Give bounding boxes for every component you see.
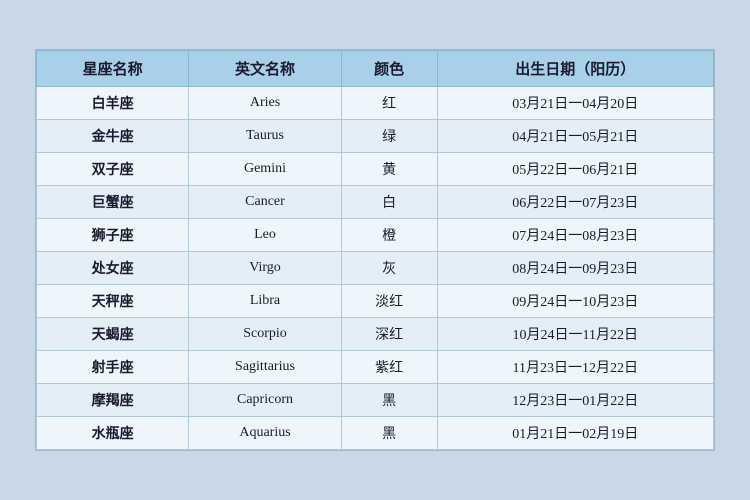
cell-english-name: Taurus [189,120,341,153]
cell-date: 01月21日一02月19日 [437,417,713,450]
cell-english-name: Aries [189,87,341,120]
table-row: 狮子座Leo橙07月24日一08月23日 [37,219,714,252]
table-row: 处女座Virgo灰08月24日一09月23日 [37,252,714,285]
cell-date: 10月24日一11月22日 [437,318,713,351]
cell-english-name: Capricorn [189,384,341,417]
cell-color: 灰 [341,252,437,285]
table-row: 双子座Gemini黄05月22日一06月21日 [37,153,714,186]
cell-chinese-name: 天秤座 [37,285,189,318]
table-row: 摩羯座Capricorn黑12月23日一01月22日 [37,384,714,417]
header-color: 颜色 [341,51,437,87]
cell-color: 黑 [341,417,437,450]
table-header-row: 星座名称 英文名称 颜色 出生日期（阳历） [37,51,714,87]
cell-color: 紫红 [341,351,437,384]
cell-chinese-name: 金牛座 [37,120,189,153]
table-row: 巨蟹座Cancer白06月22日一07月23日 [37,186,714,219]
cell-english-name: Gemini [189,153,341,186]
cell-date: 04月21日一05月21日 [437,120,713,153]
header-date: 出生日期（阳历） [437,51,713,87]
cell-date: 07月24日一08月23日 [437,219,713,252]
cell-date: 05月22日一06月21日 [437,153,713,186]
cell-english-name: Sagittarius [189,351,341,384]
cell-date: 06月22日一07月23日 [437,186,713,219]
cell-chinese-name: 摩羯座 [37,384,189,417]
table-row: 白羊座Aries红03月21日一04月20日 [37,87,714,120]
cell-chinese-name: 白羊座 [37,87,189,120]
cell-color: 白 [341,186,437,219]
cell-english-name: Virgo [189,252,341,285]
cell-color: 黄 [341,153,437,186]
cell-color: 淡红 [341,285,437,318]
table-row: 射手座Sagittarius紫红11月23日一12月22日 [37,351,714,384]
cell-english-name: Leo [189,219,341,252]
cell-chinese-name: 巨蟹座 [37,186,189,219]
cell-chinese-name: 处女座 [37,252,189,285]
table-row: 金牛座Taurus绿04月21日一05月21日 [37,120,714,153]
cell-english-name: Aquarius [189,417,341,450]
cell-english-name: Libra [189,285,341,318]
cell-color: 深红 [341,318,437,351]
cell-date: 09月24日一10月23日 [437,285,713,318]
cell-color: 黑 [341,384,437,417]
table-body: 白羊座Aries红03月21日一04月20日金牛座Taurus绿04月21日一0… [37,87,714,450]
zodiac-table-container: 星座名称 英文名称 颜色 出生日期（阳历） 白羊座Aries红03月21日一04… [35,49,715,451]
table-row: 水瓶座Aquarius黑01月21日一02月19日 [37,417,714,450]
cell-chinese-name: 双子座 [37,153,189,186]
cell-chinese-name: 狮子座 [37,219,189,252]
cell-chinese-name: 射手座 [37,351,189,384]
cell-date: 03月21日一04月20日 [437,87,713,120]
cell-chinese-name: 天蝎座 [37,318,189,351]
cell-chinese-name: 水瓶座 [37,417,189,450]
cell-date: 08月24日一09月23日 [437,252,713,285]
table-row: 天秤座Libra淡红09月24日一10月23日 [37,285,714,318]
zodiac-table: 星座名称 英文名称 颜色 出生日期（阳历） 白羊座Aries红03月21日一04… [36,50,714,450]
cell-color: 橙 [341,219,437,252]
header-english-name: 英文名称 [189,51,341,87]
cell-color: 红 [341,87,437,120]
cell-date: 11月23日一12月22日 [437,351,713,384]
cell-date: 12月23日一01月22日 [437,384,713,417]
table-row: 天蝎座Scorpio深红10月24日一11月22日 [37,318,714,351]
cell-english-name: Scorpio [189,318,341,351]
cell-english-name: Cancer [189,186,341,219]
header-chinese-name: 星座名称 [37,51,189,87]
cell-color: 绿 [341,120,437,153]
